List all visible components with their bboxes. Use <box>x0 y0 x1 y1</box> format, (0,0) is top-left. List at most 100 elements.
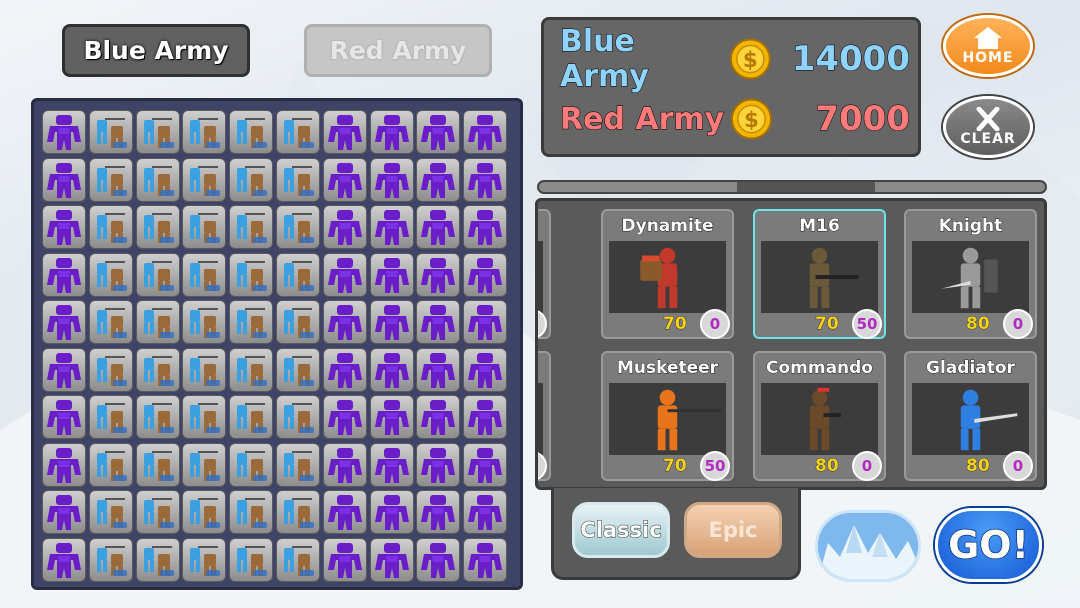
grid-cell[interactable] <box>135 300 180 344</box>
unit-card-commando[interactable]: Commando 80 0 <box>753 351 886 481</box>
grid-cell[interactable] <box>463 347 508 392</box>
grid-cell[interactable] <box>182 347 227 392</box>
unit-card-musketeer[interactable]: Musketeer 70 50 <box>601 351 734 481</box>
grid-cell[interactable] <box>229 157 274 202</box>
grid-cell[interactable] <box>135 347 180 392</box>
grid-cell[interactable] <box>88 442 133 487</box>
grid-cell[interactable] <box>229 490 274 534</box>
unit-card-partial[interactable]: 0 <box>538 351 551 481</box>
grid-cell[interactable] <box>369 537 414 582</box>
grid-cell[interactable] <box>182 110 227 154</box>
grid-cell[interactable] <box>135 490 180 534</box>
grid-cell[interactable] <box>275 205 320 249</box>
army-placement-grid[interactable] <box>31 98 523 590</box>
home-button[interactable]: HOME <box>943 15 1033 77</box>
grid-cell[interactable] <box>88 252 133 297</box>
grid-cell[interactable] <box>42 157 86 202</box>
grid-cell[interactable] <box>135 110 180 154</box>
grid-cell[interactable] <box>275 157 320 202</box>
grid-cell[interactable] <box>416 395 461 439</box>
grid-cell[interactable] <box>88 300 133 344</box>
grid-cell[interactable] <box>463 442 508 487</box>
grid-cell[interactable] <box>416 205 461 249</box>
grid-cell[interactable] <box>42 205 86 249</box>
grid-cell[interactable] <box>88 157 133 202</box>
grid-cell[interactable] <box>322 395 367 439</box>
grid-cell[interactable] <box>135 252 180 297</box>
grid-cell[interactable] <box>322 490 367 534</box>
grid-cell[interactable] <box>88 347 133 392</box>
grid-cell[interactable] <box>42 347 86 392</box>
grid-cell[interactable] <box>42 537 86 582</box>
grid-cell[interactable] <box>275 442 320 487</box>
unit-card-knight[interactable]: Knight 80 0 <box>904 209 1037 339</box>
grid-cell[interactable] <box>42 442 86 487</box>
grid-cell[interactable] <box>322 205 367 249</box>
grid-cell[interactable] <box>322 252 367 297</box>
grid-cell[interactable] <box>42 110 86 154</box>
grid-cell[interactable] <box>463 490 508 534</box>
grid-cell[interactable] <box>275 347 320 392</box>
grid-cell[interactable] <box>135 205 180 249</box>
grid-cell[interactable] <box>369 157 414 202</box>
grid-cell[interactable] <box>182 252 227 297</box>
grid-cell[interactable] <box>463 157 508 202</box>
grid-cell[interactable] <box>42 252 86 297</box>
grid-cell[interactable] <box>229 252 274 297</box>
grid-cell[interactable] <box>229 300 274 344</box>
grid-cell[interactable] <box>229 537 274 582</box>
grid-cell[interactable] <box>275 490 320 534</box>
grid-cell[interactable] <box>463 300 508 344</box>
classic-category-button[interactable]: Classic <box>572 502 670 558</box>
grid-cell[interactable] <box>229 205 274 249</box>
go-button[interactable]: GO! <box>935 508 1042 582</box>
grid-cell[interactable] <box>275 252 320 297</box>
grid-cell[interactable] <box>182 205 227 249</box>
grid-cell[interactable] <box>88 490 133 534</box>
grid-cell[interactable] <box>42 300 86 344</box>
grid-cell[interactable] <box>369 205 414 249</box>
grid-cell[interactable] <box>229 442 274 487</box>
grid-cell[interactable] <box>182 537 227 582</box>
grid-cell[interactable] <box>416 252 461 297</box>
tab-red-army[interactable]: Red Army <box>304 24 492 77</box>
grid-cell[interactable] <box>88 110 133 154</box>
grid-cell[interactable] <box>322 347 367 392</box>
grid-cell[interactable] <box>322 110 367 154</box>
grid-cell[interactable] <box>88 205 133 249</box>
grid-cell[interactable] <box>463 252 508 297</box>
clear-button[interactable]: CLEAR <box>943 96 1033 158</box>
grid-cell[interactable] <box>88 537 133 582</box>
grid-cell[interactable] <box>42 395 86 439</box>
tab-blue-army[interactable]: Blue Army <box>62 24 250 77</box>
unit-card-gladiator[interactable]: Gladiator 80 0 <box>904 351 1037 481</box>
grid-cell[interactable] <box>463 110 508 154</box>
grid-cell[interactable] <box>135 157 180 202</box>
grid-cell[interactable] <box>322 300 367 344</box>
grid-cell[interactable] <box>135 442 180 487</box>
grid-cell[interactable] <box>416 442 461 487</box>
grid-cell[interactable] <box>369 442 414 487</box>
grid-cell[interactable] <box>275 110 320 154</box>
grid-cell[interactable] <box>229 395 274 439</box>
unit-card-partial[interactable]: 0 <box>538 209 551 339</box>
grid-cell[interactable] <box>42 490 86 534</box>
grid-cell[interactable] <box>275 537 320 582</box>
grid-cell[interactable] <box>135 395 180 439</box>
grid-cell[interactable] <box>369 110 414 154</box>
unit-card-dynamite[interactable]: Dynamite 70 0 <box>601 209 734 339</box>
epic-category-button[interactable]: Epic <box>684 502 782 558</box>
grid-cell[interactable] <box>182 300 227 344</box>
grid-cell[interactable] <box>182 395 227 439</box>
grid-cell[interactable] <box>416 490 461 534</box>
grid-cell[interactable] <box>416 347 461 392</box>
grid-cell[interactable] <box>369 300 414 344</box>
grid-cell[interactable] <box>463 395 508 439</box>
grid-cell[interactable] <box>275 395 320 439</box>
grid-cell[interactable] <box>416 110 461 154</box>
grid-cell[interactable] <box>88 395 133 439</box>
grid-cell[interactable] <box>182 442 227 487</box>
grid-cell[interactable] <box>182 490 227 534</box>
scrollbar-thumb[interactable] <box>737 182 875 192</box>
grid-cell[interactable] <box>182 157 227 202</box>
